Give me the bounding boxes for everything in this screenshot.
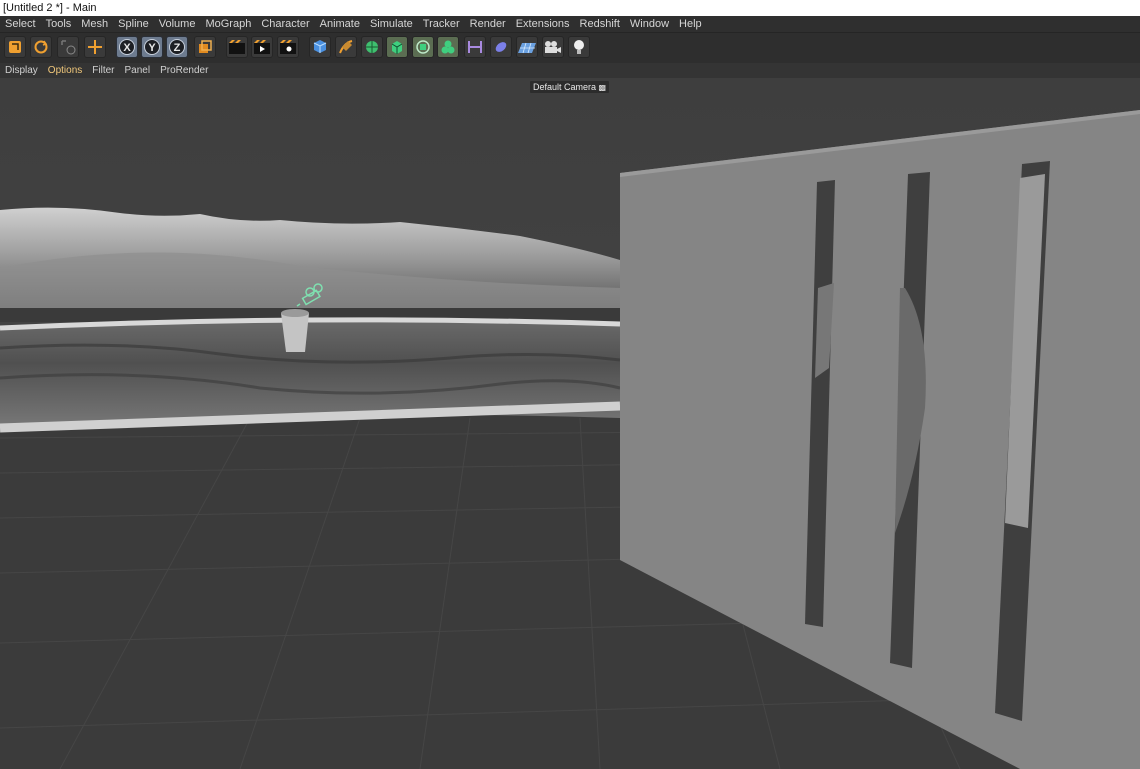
extrude-button[interactable] (386, 36, 408, 58)
x-axis-button[interactable]: X (116, 36, 138, 58)
camera-button[interactable] (542, 36, 564, 58)
z-axis-button[interactable]: Z (166, 36, 188, 58)
subdivision-icon (366, 41, 378, 53)
coordinate-system-icon (199, 40, 212, 53)
cloner-icon (441, 40, 455, 54)
array-button[interactable] (412, 36, 434, 58)
render-picture-button[interactable] (251, 36, 273, 58)
field-button[interactable] (490, 36, 512, 58)
viewport-menu-filter[interactable]: Filter (87, 63, 119, 78)
viewport-menu-options[interactable]: Options (43, 63, 87, 78)
coordinate-system-button[interactable] (194, 36, 216, 58)
menu-spline[interactable]: Spline (113, 16, 154, 32)
render-picture-icon (254, 40, 270, 54)
menu-redshift[interactable]: Redshift (575, 16, 625, 32)
viewport-menu-prorender[interactable]: ProRender (155, 63, 213, 78)
pen-icon (339, 40, 353, 54)
light-icon (574, 40, 584, 54)
window-title: [Untitled 2 *] - Main (0, 0, 1140, 16)
viewport-menu-panel[interactable]: Panel (120, 63, 156, 78)
camera-small-icon: ▩ (598, 83, 607, 92)
live-selection-icon (61, 40, 76, 55)
cloner-button[interactable] (437, 36, 459, 58)
undo-icon (9, 41, 21, 53)
y-axis-label: Y (144, 39, 160, 55)
light-button[interactable] (568, 36, 590, 58)
menu-tools[interactable]: Tools (41, 16, 77, 32)
cube-button[interactable] (309, 36, 331, 58)
menu-character[interactable]: Character (256, 16, 314, 32)
camera-icon (545, 41, 561, 53)
array-icon (416, 40, 430, 54)
menu-render[interactable]: Render (465, 16, 511, 32)
redo-icon (34, 40, 48, 54)
viewport-scene (0, 78, 1140, 769)
floor-button[interactable] (516, 36, 538, 58)
deformer-button[interactable] (464, 36, 486, 58)
viewport-menu-display[interactable]: Display (0, 63, 43, 78)
cube-icon (313, 40, 327, 53)
menu-animate[interactable]: Animate (315, 16, 365, 32)
subdivision-button[interactable] (361, 36, 383, 58)
field-icon (495, 42, 507, 52)
deformer-icon (468, 41, 482, 53)
viewport-menubar: Display Options Filter Panel ProRender (0, 63, 1140, 78)
menu-tracker[interactable]: Tracker (418, 16, 465, 32)
menu-select[interactable]: Select (0, 16, 41, 32)
render-view-button[interactable] (226, 36, 248, 58)
menu-volume[interactable]: Volume (154, 16, 201, 32)
main-menubar: Select Tools Mesh Spline Volume MoGraph … (0, 16, 1140, 32)
menu-window[interactable]: Window (625, 16, 674, 32)
extrude-icon (391, 41, 403, 54)
redo-button[interactable] (30, 36, 52, 58)
pen-button[interactable] (335, 36, 357, 58)
y-axis-button[interactable]: Y (141, 36, 163, 58)
camera-label[interactable]: Default Camera ▩ (530, 81, 610, 93)
main-toolbar: X Y Z (0, 32, 1140, 64)
render-settings-icon (280, 40, 296, 54)
move-icon (88, 40, 102, 54)
render-settings-button[interactable] (277, 36, 299, 58)
menu-extensions[interactable]: Extensions (511, 16, 575, 32)
camera-label-text: Default Camera (533, 82, 597, 92)
bucket-rim (281, 309, 309, 317)
undo-button[interactable] (4, 36, 26, 58)
z-axis-label: Z (169, 39, 185, 55)
menu-mograph[interactable]: MoGraph (200, 16, 256, 32)
3d-viewport[interactable]: Default Camera ▩ (0, 78, 1140, 769)
x-axis-label: X (119, 39, 135, 55)
floor-icon (518, 42, 536, 54)
live-selection-button[interactable] (57, 36, 79, 58)
move-button[interactable] (84, 36, 106, 58)
render-view-icon (229, 40, 245, 54)
menu-help[interactable]: Help (674, 16, 707, 32)
menu-mesh[interactable]: Mesh (76, 16, 113, 32)
menu-simulate[interactable]: Simulate (365, 16, 418, 32)
